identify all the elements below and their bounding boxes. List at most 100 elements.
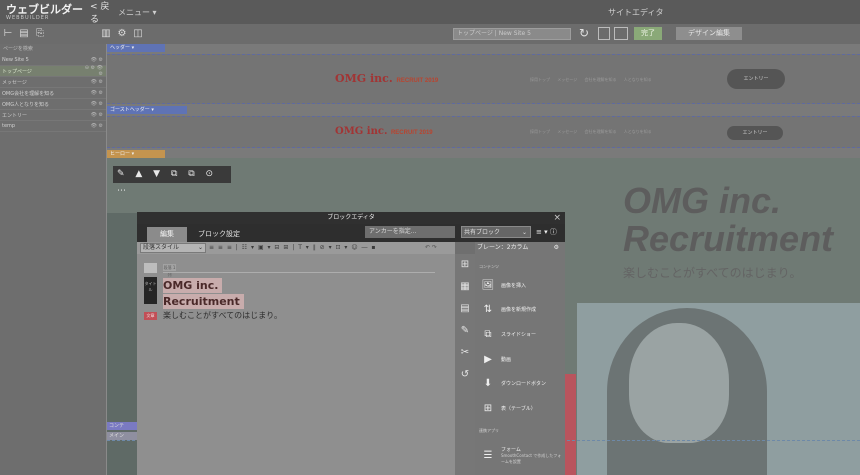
tab-edit[interactable]: 編集 [147, 227, 187, 242]
part-form[interactable]: ☰ フォーム SmoothContact で作成したフォームを設置 [479, 440, 563, 470]
edit-icon[interactable]: ✎ [455, 320, 475, 342]
design-edit-button[interactable]: デザイン編集 [676, 27, 742, 40]
layout-icon[interactable]: ▥ [98, 27, 114, 41]
mobile-view-icon[interactable] [614, 27, 628, 40]
part-slideshow[interactable]: ⧉ スライドショー [479, 324, 563, 344]
sidebar-item-entry[interactable]: エントリー 👁 ⚙ [0, 110, 106, 121]
sidebar-item-ops[interactable]: ⊖ ⚙ 👁 ⚙ [82, 65, 106, 77]
section-label-main[interactable]: メイン [107, 432, 137, 440]
part-label: フォーム [501, 446, 521, 453]
tools-icon[interactable]: ✂ [455, 342, 475, 364]
sidebar-item-ops[interactable]: 👁 ⚙ [82, 90, 106, 96]
sidebar-item-ops[interactable]: 👁 ⚙ [82, 123, 106, 129]
heading-line2[interactable]: Recruitment [163, 294, 244, 309]
ghost-header-logo[interactable]: OMG inc. RECRUIT 2019 [335, 126, 433, 137]
document-icon[interactable]: ▤ [16, 27, 32, 41]
header-section[interactable]: OMG inc. RECRUIT 2019 採用トップ メッセージ 会社を理解を… [107, 54, 860, 104]
pages-icon[interactable]: ⊢ [0, 27, 16, 41]
part-form-description: SmoothContact で作成したフォームを設置 [501, 452, 562, 464]
block-editor-dialog: ブロックエディタ × 編集 ブロック設定 アンカーを指定... 共有ブロック ⌄… [137, 212, 565, 475]
heading-line1[interactable]: OMG inc. [163, 278, 223, 293]
block-edit-area[interactable]: 段落 1列 タイトル OMG inc. Recruitment 文章 楽しむこと… [137, 254, 455, 475]
part-label: ダウンロードボタン [501, 380, 547, 387]
part-table[interactable]: ⊞ 表（テーブル） [479, 398, 563, 418]
history-icon[interactable]: ↺ [455, 364, 475, 386]
folder-icon[interactable]: ⎘ [32, 27, 48, 41]
ghost-header-section[interactable]: OMG inc. RECRUIT 2019 採用トップ メッセージ 会社を理解を… [107, 116, 860, 148]
close-icon[interactable]: × [553, 213, 561, 223]
section-label-header[interactable]: ヘッダー ▾ [107, 44, 165, 52]
ghost-header-nav[interactable]: 採用トップ メッセージ 会社を理解を知る 人となりを知る [530, 129, 652, 135]
menu-button[interactable]: メニュー ▾ [118, 7, 178, 18]
hero-title: OMG inc. Recruitment [623, 182, 833, 258]
sidebar-item-top-page[interactable]: トップページ ⊖ ⚙ 👁 ⚙ [0, 65, 106, 77]
undo-redo-icons[interactable]: ↶ ↷ [425, 242, 437, 254]
section-label-ghost-header[interactable]: ゴーストヘッダー ▾ [107, 106, 187, 114]
part-download-button[interactable]: ⬇ ダウンロードボタン [479, 373, 563, 393]
menu-icon[interactable]: ≡ ▾ ⓘ [536, 226, 557, 238]
save-button[interactable]: 完了 [634, 27, 662, 40]
part-label: スライドショー [501, 331, 537, 338]
paragraph-text[interactable]: 楽しむことがすべてのはじまり。 [163, 310, 282, 321]
gear-icon[interactable]: ⚙ [114, 27, 130, 41]
header-logo[interactable]: OMG inc. RECRUIT 2019 [335, 72, 438, 85]
shared-block-select[interactable]: 共有ブロック ⌄ [461, 226, 531, 238]
page-search-input[interactable]: ページを検索 [0, 45, 106, 55]
contents-section-label: コンテンツ [479, 264, 499, 269]
layout-label: ブレーン：2カラム ⚙ [475, 242, 565, 254]
gear-icon[interactable]: ⚙ [554, 242, 559, 254]
section-label-content[interactable]: コンテ [107, 422, 137, 430]
ghost-header-logo-recruit: RECRUIT 2019 [390, 130, 433, 136]
hero-subtitle: 楽しむことがすべてのはじまり。 [623, 266, 802, 280]
page-url-field[interactable]: トップページ | New Site 5 [453, 28, 571, 40]
part-new-image[interactable]: ⇅ 画像を新規作成 [479, 299, 563, 319]
tab-block-settings[interactable]: ブロック設定 [189, 227, 249, 242]
header-entry-button[interactable]: エントリー [727, 69, 785, 89]
block-editor-tabbar: 編集 ブロック設定 アンカーを指定... 共有ブロック ⌄ ≡ ▾ ⓘ [137, 224, 565, 242]
part-label: 動画 [501, 356, 512, 363]
apps-section-label: 連携アプリ [479, 428, 499, 433]
hero-title-line2: Recruitment [623, 218, 834, 259]
sidebar-item-label: temp [2, 123, 16, 129]
header-nav[interactable]: 採用トップ メッセージ 会社を理解を知る 人となりを知る [530, 77, 652, 83]
part-video[interactable]: ▶ 動画 [479, 349, 563, 369]
app-logo[interactable]: ウェブビルダー WEBBUILDER [0, 4, 90, 21]
block-handle[interactable] [144, 263, 157, 273]
block-action-toolbar[interactable]: ✎ ▲ ▼ ⧉ ⧉ ⊙ ⋯ [113, 166, 231, 196]
app-logo-text: ウェブビルダー [6, 2, 83, 16]
app-topbar: ウェブビルダー WEBBUILDER < 戻る メニュー ▾ サイトエディタ [0, 0, 860, 25]
sidebar-item-label: OMG人となりを知る [2, 101, 49, 108]
sidebar-item-ops[interactable]: 👁 ⚙ [82, 112, 106, 118]
hero-title-line1: OMG inc. [623, 180, 782, 221]
panel-toggle-icon[interactable]: ◫ [130, 27, 146, 41]
sidebar-item-temp[interactable]: temp 👁 ⚙ [0, 121, 106, 132]
sidebar-item-ops[interactable]: 👁 ⚙ [82, 79, 106, 85]
part-label: 画像を挿入 [501, 282, 527, 289]
ghost-header-entry-button[interactable]: エントリー [727, 126, 783, 140]
sidebar-item-ops[interactable]: 👁 ⚙ [82, 101, 106, 107]
document-icon[interactable]: ▤ [455, 298, 475, 320]
sidebar-item-people[interactable]: OMG人となりを知る 👁 ⚙ [0, 99, 106, 110]
ghost-header-logo-main: OMG inc. [335, 126, 388, 137]
editor-side-tools: ⊞ ▦ ▤ ✎ ✂ ↺ [455, 254, 475, 475]
format-toolbar: 段落スタイル ⌄ ≡ ≡ ≡ | ☷ ▾ ▣ ▾ ⊟ ⊞ | T ▾ ∥ ⊘ ▾… [137, 242, 455, 254]
add-part-icon[interactable]: ⊞ [455, 254, 475, 276]
sidebar-item-company[interactable]: OMG会社を理解を知る 👁 ⚙ [0, 88, 106, 99]
part-insert-image[interactable]: 🖼 画像を挿入 [479, 275, 563, 295]
desktop-view-icon[interactable] [598, 27, 610, 40]
app-logo-sub: WEBBUILDER [6, 14, 50, 21]
grid-icon[interactable]: ▦ [455, 276, 475, 298]
back-button[interactable]: < 戻る [90, 0, 118, 25]
table-icon: ⊞ [483, 402, 493, 414]
form-icon: ☰ [483, 449, 493, 461]
chevron-down-icon: ⌄ [197, 244, 203, 251]
sidebar-item-ops[interactable]: 👁 ⚙ [82, 57, 106, 63]
block-editor-title: ブロックエディタ [327, 214, 375, 221]
section-label-hero[interactable]: ヒーロー ▾ [107, 150, 165, 158]
sidebar-item-label: トップページ [2, 68, 32, 75]
sidebar-item-message[interactable]: メッセージ 👁 ⚙ [0, 77, 106, 88]
format-icons[interactable]: ≡ ≡ ≡ | ☷ ▾ ▣ ▾ ⊟ ⊞ | T ▾ ∥ ⊘ ▾ ⊡ ▾ ☺ ― … [209, 242, 376, 254]
refresh-icon[interactable]: ↻ [579, 26, 589, 40]
paragraph-style-select[interactable]: 段落スタイル ⌄ [140, 243, 206, 253]
anchor-input[interactable]: アンカーを指定... [365, 226, 455, 238]
